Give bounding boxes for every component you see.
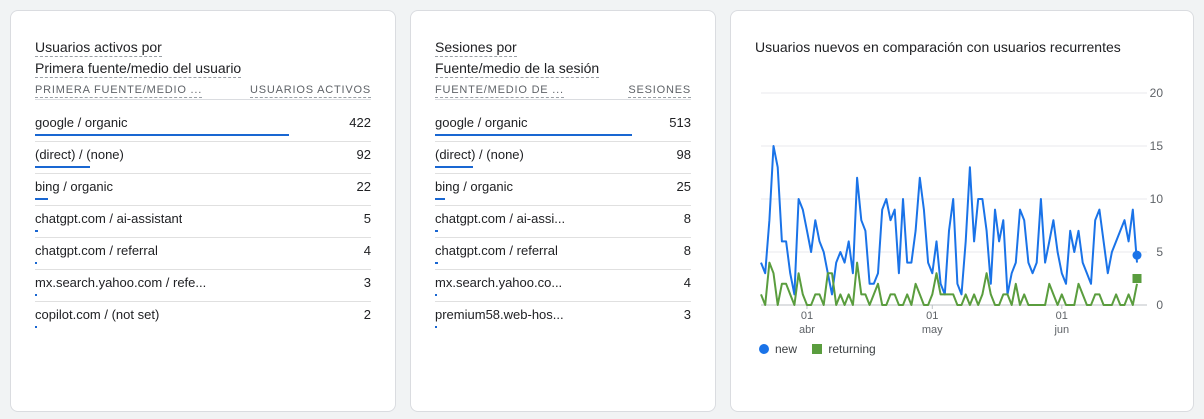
row-value: 8 [683,243,691,258]
series-line-new [760,145,1138,296]
row-bar [435,166,473,168]
legend-item-new[interactable]: new [759,342,797,356]
row-bar [35,326,37,328]
table-row[interactable]: chatgpt.com / referral 8 [435,238,691,270]
table-row[interactable]: (direct) / (none) 92 [35,142,371,174]
row-value: 422 [349,115,371,130]
row-label: (direct) / (none) [435,147,524,162]
row-label: mx.search.yahoo.co... [435,275,563,290]
table-row[interactable]: premium58.web-hos... 3 [435,302,691,334]
returning-endpoint-marker [1132,274,1142,283]
table-row[interactable]: chatgpt.com / ai-assistant 5 [35,206,371,238]
column-header-active-users[interactable]: USUARIOS ACTIVOS [250,83,371,98]
x-tick-month: abr [799,324,815,336]
chart-legend: new returning [759,342,888,356]
row-value: 3 [363,275,371,290]
row-label: chatgpt.com / referral [435,243,558,258]
column-header-source[interactable]: FUENTE/MEDIO DE ... [435,83,564,98]
card-title: Usuarios activos por Primera fuente/medi… [35,37,242,79]
row-label: google / organic [35,115,128,130]
row-bar [435,230,438,232]
y-tick-label: 0 [1156,298,1163,312]
row-label: copilot.com / (not set) [35,307,160,322]
row-value: 513 [669,115,691,130]
table-row[interactable]: chatgpt.com / referral 4 [35,238,371,270]
y-tick-label: 15 [1150,139,1164,153]
row-label: premium58.web-hos... [435,307,564,322]
row-value: 92 [356,147,371,162]
card-title-line1[interactable]: Sesiones por [435,39,517,57]
row-bar [35,198,48,200]
row-value: 98 [676,147,691,162]
row-value: 4 [363,243,371,258]
legend-item-returning[interactable]: returning [812,342,876,356]
row-bar [35,134,289,136]
row-bar [435,262,438,264]
row-label: bing / organic [435,179,514,194]
x-tick-day: 01 [801,310,813,322]
row-value: 8 [683,211,691,226]
row-label: chatgpt.com / ai-assistant [35,211,183,226]
column-header-sessions[interactable]: SESIONES [628,83,691,98]
row-bar [35,294,37,296]
x-tick-month: may [922,324,943,336]
x-tick-day: 01 [1056,310,1068,322]
table-header: FUENTE/MEDIO DE ... SESIONES [435,83,691,100]
table-row[interactable]: bing / organic 25 [435,174,691,206]
new-vs-returning-card: Usuarios nuevos en comparación con usuar… [730,10,1194,412]
table-header: PRIMERA FUENTE/MEDIO ... USUARIOS ACTIVO… [35,83,371,100]
row-label: mx.search.yahoo.com / refe... [35,275,207,290]
table-row[interactable]: bing / organic 22 [35,174,371,206]
row-label: (direct) / (none) [35,147,124,162]
row-bar [435,198,445,200]
legend-label-returning: returning [828,342,876,356]
row-value: 3 [683,307,691,322]
row-label: chatgpt.com / referral [35,243,158,258]
row-value: 25 [676,179,691,194]
card-title: Sesiones por Fuente/medio de la sesión [435,37,600,79]
card-title-line2[interactable]: Primera fuente/medio del usuario [35,60,242,78]
row-value: 4 [683,275,691,290]
column-header-source[interactable]: PRIMERA FUENTE/MEDIO ... [35,83,203,98]
row-bar [435,326,437,328]
x-tick-month: jun [1053,324,1069,336]
table-row[interactable]: (direct) / (none) 98 [435,142,691,174]
row-bar [35,230,38,232]
table-row[interactable]: chatgpt.com / ai-assi... 8 [435,206,691,238]
table-row[interactable]: google / organic 513 [435,110,691,142]
card-title-line2[interactable]: Fuente/medio de la sesión [435,60,600,78]
row-bar [35,262,37,264]
row-bar [435,294,437,296]
active-users-card: Usuarios activos por Primera fuente/medi… [10,10,396,412]
y-tick-label: 20 [1150,86,1164,100]
table-row[interactable]: mx.search.yahoo.co... 4 [435,270,691,302]
row-label: google / organic [435,115,528,130]
new-series-swatch [759,344,769,354]
y-tick-label: 5 [1156,245,1163,259]
returning-series-swatch [812,344,823,354]
sessions-card: Sesiones por Fuente/medio de la sesión F… [410,10,716,412]
row-label: bing / organic [35,179,114,194]
row-bar [435,134,632,136]
table-row[interactable]: mx.search.yahoo.com / refe... 3 [35,270,371,302]
table-row[interactable]: copilot.com / (not set) 2 [35,302,371,334]
x-tick-day: 01 [926,310,938,322]
table-row[interactable]: google / organic 422 [35,110,371,142]
card-title-line1[interactable]: Usuarios activos por [35,39,162,57]
series-line-returning [760,261,1138,306]
row-bar [35,166,90,168]
new-endpoint-marker [1132,250,1142,260]
row-value: 5 [363,211,371,226]
y-tick-label: 10 [1150,192,1164,206]
legend-label-new: new [775,342,798,356]
row-value: 22 [356,179,371,194]
row-label: chatgpt.com / ai-assi... [435,211,566,226]
row-value: 2 [363,307,371,322]
